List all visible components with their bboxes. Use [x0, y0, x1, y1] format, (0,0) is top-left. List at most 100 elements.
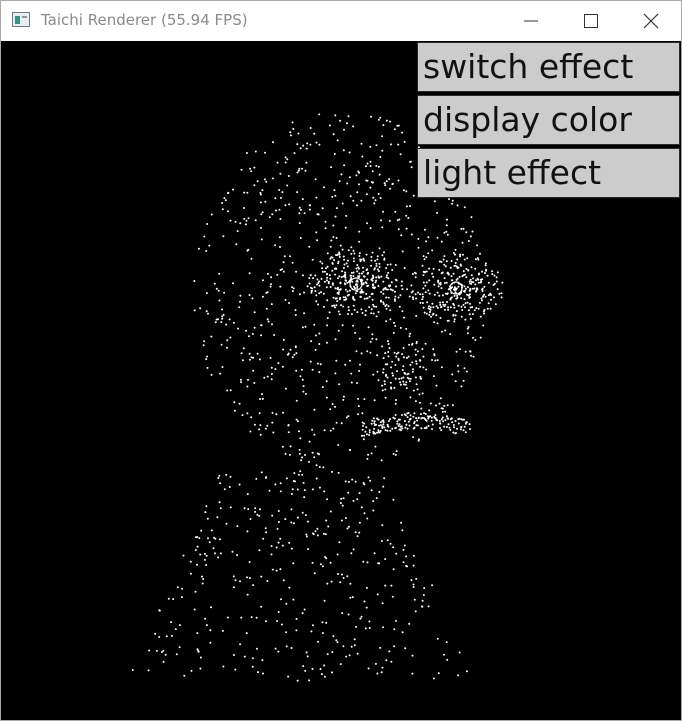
point [309, 360, 312, 363]
point [391, 372, 394, 375]
point [443, 653, 445, 656]
point [365, 586, 368, 589]
point [313, 572, 316, 575]
point [411, 672, 414, 675]
point [454, 420, 457, 422]
point [340, 519, 343, 522]
point [310, 289, 313, 292]
point [234, 220, 237, 223]
point [279, 172, 282, 175]
point [415, 297, 418, 300]
point [391, 289, 394, 292]
point [362, 291, 365, 294]
minimize-button[interactable] [501, 1, 561, 41]
point [396, 422, 399, 425]
display-color-button[interactable]: display color [417, 95, 680, 145]
point [360, 199, 363, 202]
point [311, 667, 314, 670]
point [369, 351, 372, 354]
point [270, 545, 273, 548]
point [406, 416, 409, 419]
point [401, 131, 404, 134]
close-button[interactable] [621, 1, 681, 41]
point [218, 474, 221, 477]
point [402, 376, 405, 379]
point [371, 298, 374, 301]
point [412, 436, 415, 439]
point [256, 513, 259, 516]
point [384, 352, 387, 355]
point [338, 256, 341, 258]
point [357, 413, 359, 416]
point [438, 294, 441, 297]
point [335, 207, 338, 210]
point [295, 629, 298, 632]
point [279, 218, 282, 220]
point [481, 287, 484, 290]
point [304, 325, 307, 328]
point [394, 264, 397, 266]
point [384, 584, 387, 587]
point [412, 368, 414, 371]
point [409, 417, 412, 420]
point [318, 332, 321, 335]
point [308, 460, 310, 463]
point [352, 499, 355, 502]
point [180, 596, 183, 599]
maximize-button[interactable] [561, 1, 621, 41]
point [500, 296, 503, 299]
point [318, 466, 321, 468]
point [362, 438, 365, 441]
point [451, 202, 454, 205]
light-effect-button[interactable]: light effect [417, 148, 680, 198]
point [409, 377, 412, 380]
point [292, 127, 295, 130]
point [298, 448, 301, 451]
point [431, 302, 434, 305]
point [292, 522, 295, 525]
point [370, 181, 373, 183]
point [446, 319, 449, 322]
point [436, 637, 439, 640]
point [324, 533, 327, 536]
point [394, 210, 397, 213]
point [275, 209, 277, 212]
point [465, 670, 468, 673]
point [421, 348, 424, 350]
point [427, 605, 430, 608]
point [427, 252, 430, 255]
title-bar[interactable]: Taichi Renderer (55.94 FPS) [1, 1, 681, 41]
point [465, 276, 468, 279]
point [445, 260, 448, 263]
point [431, 423, 434, 426]
point [217, 556, 220, 559]
point [342, 296, 345, 299]
point [285, 631, 288, 634]
point [460, 418, 463, 421]
point [243, 191, 246, 194]
point [382, 280, 385, 283]
point [338, 383, 341, 386]
point [422, 306, 425, 309]
point [394, 325, 397, 327]
point [377, 193, 380, 195]
point [419, 301, 422, 304]
switch-effect-button[interactable]: switch effect [417, 42, 680, 92]
point [415, 362, 418, 365]
point [316, 213, 319, 216]
point [330, 239, 333, 242]
point [411, 343, 414, 346]
point [282, 579, 285, 582]
point [293, 353, 296, 356]
point [359, 295, 362, 298]
point [252, 369, 255, 372]
point [379, 197, 382, 199]
point [160, 651, 163, 653]
render-canvas[interactable]: switch effect display color light effect [1, 41, 681, 720]
point [352, 297, 355, 300]
point [433, 283, 436, 286]
point [450, 296, 453, 299]
point [380, 275, 383, 278]
point [449, 306, 452, 309]
point [335, 304, 338, 307]
